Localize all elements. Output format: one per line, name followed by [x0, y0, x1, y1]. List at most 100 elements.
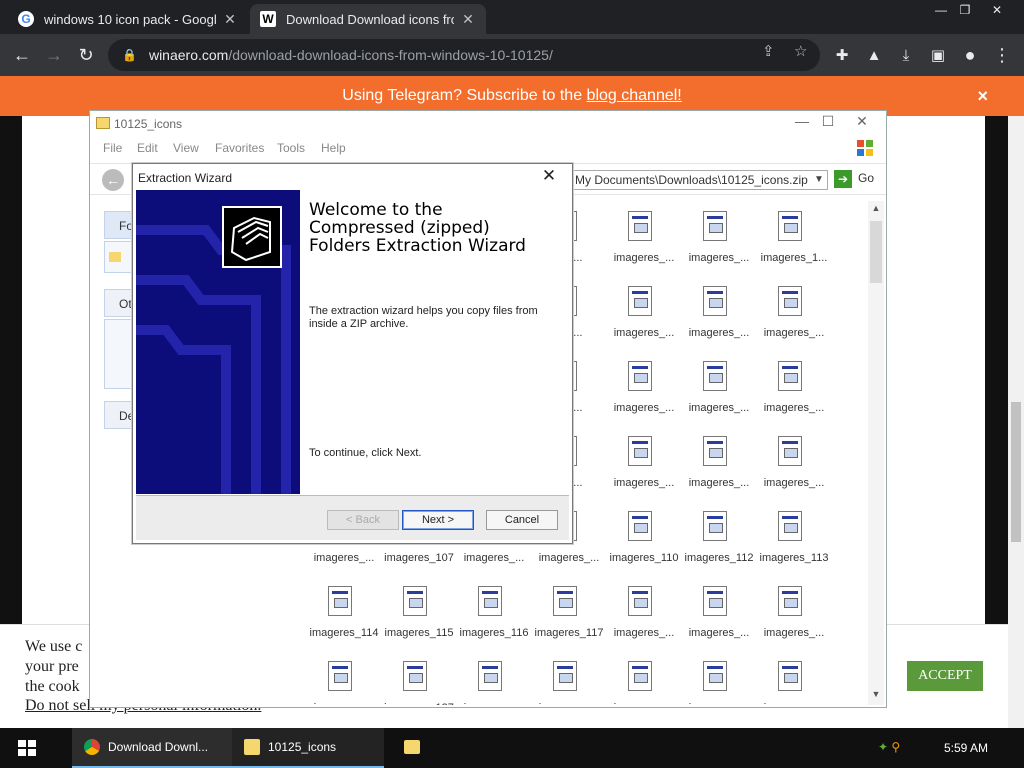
extensions-icon[interactable]: ✚ — [830, 43, 854, 67]
window-close-icon[interactable]: ✕ — [982, 0, 1012, 20]
file-item[interactable]: imageres_... — [604, 586, 679, 656]
task-pane-header[interactable]: Fo — [104, 211, 134, 239]
task-pane-header[interactable]: Ot — [104, 289, 134, 317]
file-label: imageres_127 — [379, 702, 459, 705]
windows-start-icon[interactable] — [18, 740, 36, 756]
file-label: imageres_107 — [384, 552, 454, 564]
image-file-icon — [703, 436, 727, 466]
file-item[interactable]: imageres_... — [754, 586, 829, 656]
file-item[interactable]: imageres_... — [304, 661, 379, 705]
cancel-button[interactable]: Cancel — [486, 510, 558, 530]
close-icon[interactable]: ✕ — [850, 113, 874, 131]
file-item[interactable]: imageres_... — [679, 586, 754, 656]
menu-kebab-icon[interactable]: ⋮ — [990, 43, 1014, 67]
file-item[interactable]: imageres_... — [604, 286, 679, 356]
blog-channel-link[interactable]: blog channel! — [587, 87, 682, 104]
explorer-scrollbar[interactable]: ▲ ▼ — [868, 201, 884, 705]
menu-favorites[interactable]: Favorites — [215, 141, 264, 155]
file-item[interactable]: imageres_... — [754, 436, 829, 506]
go-button[interactable]: ➔ Go — [834, 170, 880, 190]
tab-google-search[interactable]: G windows 10 icon pack - Google ✕ — [8, 4, 248, 34]
explorer-address-field[interactable]: My Documents\Downloads\10125_icons.zip — [572, 170, 828, 190]
menu-edit[interactable]: Edit — [137, 141, 158, 155]
file-item[interactable]: imageres_... — [679, 661, 754, 705]
minimize-icon[interactable]: — — [790, 113, 814, 131]
image-file-icon — [628, 511, 652, 541]
file-item[interactable]: imageres_... — [604, 211, 679, 281]
image-file-icon — [778, 286, 802, 316]
file-item[interactable]: imageres_117 — [529, 586, 604, 656]
file-label: imageres_113 — [759, 552, 829, 564]
back-arrow-icon[interactable]: ← — [102, 169, 124, 191]
close-icon[interactable]: ✕ — [460, 11, 476, 28]
scrollbar-thumb[interactable] — [870, 221, 882, 283]
file-explorer-pinned-icon[interactable] — [404, 740, 420, 754]
file-item[interactable]: imageres_... — [754, 361, 829, 431]
menu-view[interactable]: View — [173, 141, 199, 155]
file-item[interactable]: imageres_112 — [679, 511, 754, 581]
close-icon[interactable]: ✕ — [538, 166, 560, 186]
labs-icon[interactable]: ▲ — [862, 43, 886, 67]
next-button[interactable]: Next > — [402, 510, 474, 530]
file-item[interactable]: imageres_... — [604, 361, 679, 431]
file-item[interactable]: imageres_116 — [454, 586, 529, 656]
page-scrollbar[interactable] — [1008, 116, 1024, 728]
file-item[interactable]: imageres_... — [604, 661, 679, 705]
file-item[interactable]: imageres_115 — [379, 586, 454, 656]
restore-icon[interactable]: ❐ — [950, 0, 980, 20]
file-item[interactable]: imageres_114 — [304, 586, 379, 656]
network-icon[interactable]: ✦ — [878, 740, 888, 754]
share-icon[interactable]: ⇪ — [762, 42, 775, 60]
image-file-icon — [778, 436, 802, 466]
menu-file[interactable]: File — [103, 141, 122, 155]
reload-icon[interactable]: ↻ — [74, 43, 98, 67]
go-arrow-icon: ➔ — [834, 170, 852, 188]
back-button[interactable]: < Back — [327, 510, 399, 530]
tray-icons[interactable]: ✦ ⚲ — [878, 740, 900, 754]
screen: G windows 10 icon pack - Google ✕ W Down… — [0, 0, 1024, 768]
file-item[interactable]: imageres_... — [679, 286, 754, 356]
file-item[interactable]: imageres_... — [454, 661, 529, 705]
file-item[interactable]: imageres_... — [679, 361, 754, 431]
file-item[interactable]: imageres_... — [604, 436, 679, 506]
profile-avatar-icon[interactable]: ● — [958, 43, 982, 67]
file-item[interactable]: imageres_... — [679, 211, 754, 281]
chevron-down-icon[interactable]: ▼ — [810, 170, 828, 190]
file-item[interactable]: imageres_1... — [754, 211, 829, 281]
scroll-down-icon[interactable]: ▼ — [868, 689, 884, 699]
image-file-icon — [703, 586, 727, 616]
file-label: imageres_112 — [684, 552, 754, 564]
wizard-instruction: To continue, click Next. — [309, 447, 422, 459]
file-item[interactable]: imageres_110 — [604, 511, 679, 581]
download-icon[interactable]: ⤓ — [894, 43, 918, 67]
file-item[interactable]: imageres_... — [754, 286, 829, 356]
file-item[interactable]: imageres_... — [754, 661, 829, 705]
accept-button[interactable]: ACCEPT — [907, 661, 983, 691]
file-item[interactable]: imageres_... — [529, 661, 604, 705]
url-host: winaero.com — [148, 47, 229, 63]
taskbar-item-chrome[interactable]: Download Downl... — [72, 728, 232, 768]
file-item[interactable]: imageres_... — [679, 436, 754, 506]
task-pane-header[interactable]: De — [104, 401, 134, 429]
file-item[interactable]: imageres_127 — [379, 661, 454, 705]
bookmark-star-icon[interactable]: ☆ — [794, 42, 807, 60]
close-icon[interactable]: ✕ — [222, 11, 238, 28]
search-icon[interactable]: ⚲ — [891, 740, 900, 754]
taskbar-item-explorer[interactable]: 10125_icons — [232, 728, 384, 768]
taskbar-clock[interactable]: 5:59 AM — [944, 741, 988, 755]
maximize-icon[interactable]: ☐ — [816, 113, 840, 131]
tab-winaero[interactable]: W Download Download icons from ✕ — [250, 4, 486, 34]
close-icon[interactable]: × — [977, 76, 988, 116]
side-panel-icon[interactable]: ▣ — [926, 43, 950, 67]
file-item[interactable]: imageres_113 — [754, 511, 829, 581]
back-arrow-icon[interactable]: ← — [10, 43, 34, 67]
menu-help[interactable]: Help — [321, 141, 346, 155]
image-file-icon — [778, 211, 802, 241]
tab-title: Download Download icons from — [286, 11, 454, 27]
forward-arrow-icon[interactable]: → — [42, 43, 66, 67]
go-label: Go — [858, 171, 875, 186]
address-bar[interactable]: 🔒 winaero.com /download-download-icons-f… — [108, 39, 820, 71]
scroll-up-icon[interactable]: ▲ — [868, 203, 884, 213]
menu-tools[interactable]: Tools — [277, 141, 305, 155]
scrollbar-thumb[interactable] — [1011, 402, 1021, 542]
